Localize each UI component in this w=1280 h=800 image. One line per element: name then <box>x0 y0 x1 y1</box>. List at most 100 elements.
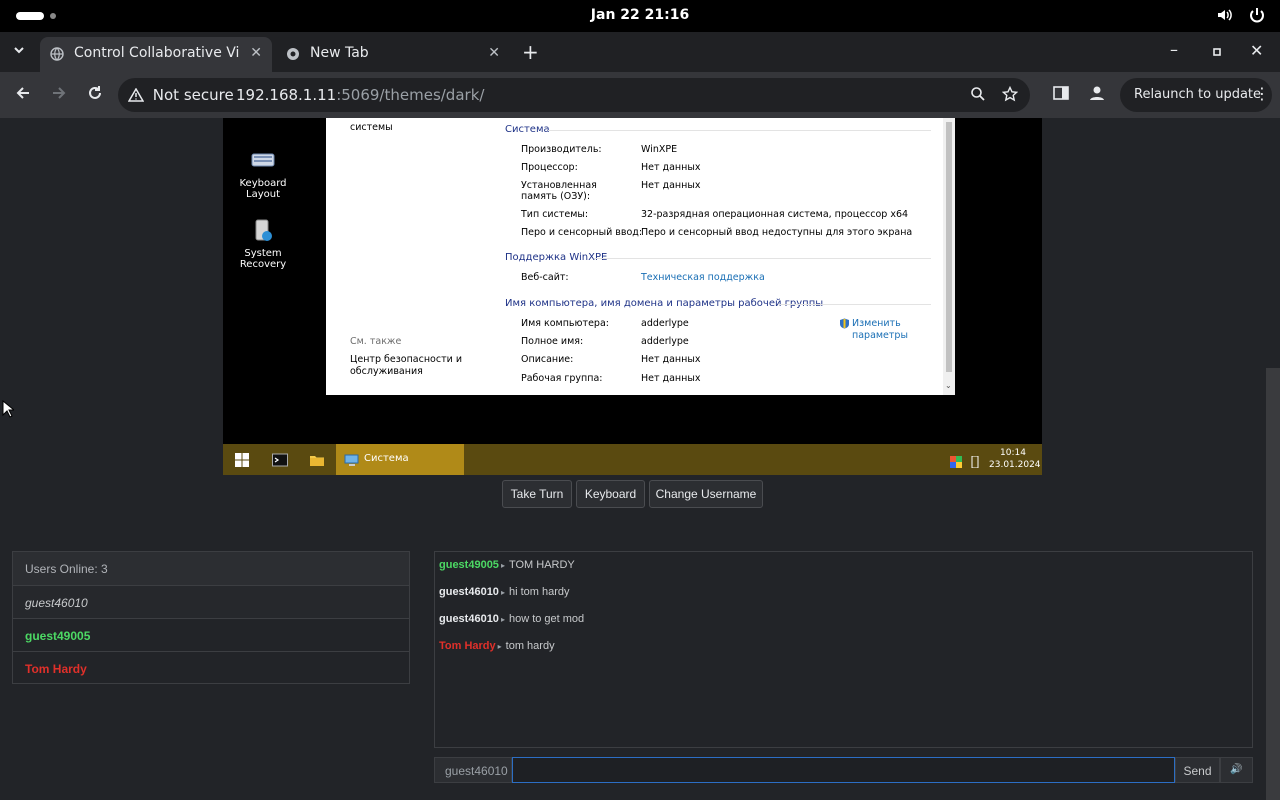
user-row[interactable]: guest49005 <box>13 618 409 651</box>
current-username: guest46010 <box>445 764 508 778</box>
scrollbar-thumb[interactable] <box>946 122 952 372</box>
speaker-icon[interactable] <box>1216 6 1234 28</box>
username: guest49005 <box>25 629 91 643</box>
globe-icon <box>50 47 64 61</box>
power-icon[interactable] <box>1248 6 1266 28</box>
close-tab-icon[interactable]: ✕ <box>250 45 262 61</box>
message-author[interactable]: guest49005 <box>439 559 499 571</box>
windows-start-icon[interactable] <box>234 452 250 468</box>
keyboard-button[interactable]: Keyboard <box>576 480 645 508</box>
back-arrow-icon[interactable] <box>14 84 32 107</box>
reload-icon[interactable] <box>86 84 104 107</box>
tech-support-link[interactable]: Техническая поддержка <box>641 272 765 283</box>
new-tab-plus-icon[interactable]: + <box>522 40 539 64</box>
info-label: Рабочая группа: <box>521 373 603 384</box>
url-path: :5069/themes/dark/ <box>336 86 485 104</box>
message-text: how to get mod <box>508 613 585 625</box>
chat-message: guest49005 ▸ TOM HARDY <box>439 559 575 571</box>
page-scrollbar[interactable] <box>1266 368 1280 800</box>
url-text[interactable]: 192.168.1.11:5069/themes/dark/ <box>236 86 484 104</box>
vm-taskbar: Система 10:14 23.01.2024 <box>223 444 1042 475</box>
window-scrollbar[interactable]: ⌄ <box>943 118 955 395</box>
see-also-label: См. также <box>350 336 402 347</box>
taskbar-system-app[interactable]: Система <box>336 444 464 475</box>
relaunch-button[interactable]: Relaunch to update ⋮ <box>1120 78 1272 112</box>
sound-toggle-button[interactable]: 🔊 <box>1220 757 1253 783</box>
system-properties-window: системы См. также Центр безопасности и о… <box>326 118 955 395</box>
chat-message: guest46010 ▸ how to get mod <box>439 613 584 625</box>
not-secure-label: Not secure <box>152 86 234 104</box>
info-label: Производитель: <box>521 144 602 155</box>
info-value: Перо и сенсорный ввод недоступны для это… <box>641 227 913 238</box>
tab-strip: Control Collaborative Vi ✕ New Tab ✕ + –… <box>0 32 1280 72</box>
message-arrow-icon: ▸ <box>497 642 502 651</box>
info-label: Описание: <box>521 354 574 365</box>
terminal-icon[interactable] <box>272 452 288 468</box>
desktop-icon-keyboard-layout[interactable]: Keyboard Layout <box>223 148 303 200</box>
page-content: Keyboard Layout System Recovery системы … <box>0 118 1280 800</box>
change-settings-link[interactable]: Изменить параметры <box>852 318 932 342</box>
message-text: tom hardy <box>505 640 555 652</box>
info-label: Имя компьютера: <box>521 318 609 329</box>
message-author[interactable]: Tom Hardy <box>439 640 496 652</box>
zoom-magnifier-icon[interactable] <box>970 86 986 107</box>
section-divider <box>778 304 931 305</box>
scroll-down-icon[interactable]: ⌄ <box>945 381 952 390</box>
keyboard-icon <box>250 148 276 174</box>
info-value: Нет данных <box>641 373 701 384</box>
close-window-icon[interactable]: ✕ <box>1250 41 1263 60</box>
users-online-header: Users Online: 3 <box>13 552 409 585</box>
user-row[interactable]: guest46010 <box>13 585 409 618</box>
tab-new-tab[interactable]: New Tab ✕ <box>276 37 510 72</box>
desktop-icon-system-recovery[interactable]: System Recovery <box>223 218 303 270</box>
send-label: Send <box>1183 764 1212 778</box>
security-center-link[interactable]: Центр безопасности и обслуживания <box>350 354 470 378</box>
message-arrow-icon: ▸ <box>500 588 505 597</box>
chrome-icon <box>286 47 300 61</box>
section-divider <box>548 130 931 131</box>
computer-section-header: Имя компьютера, имя домена и параметры р… <box>505 298 824 309</box>
security-indicator[interactable]: Not secure <box>127 86 234 104</box>
left-pane-text: системы <box>350 122 393 133</box>
warning-triangle-icon <box>127 87 145 102</box>
close-tab-icon[interactable]: ✕ <box>488 45 500 61</box>
system-section-header: Система <box>505 124 550 135</box>
chat-log[interactable]: guest49005 ▸ TOM HARDY guest46010 ▸ hi tom h… <box>434 551 1253 748</box>
vm-screen[interactable]: Keyboard Layout System Recovery системы … <box>223 118 1042 475</box>
shield-icon <box>839 318 850 332</box>
file-explorer-icon[interactable] <box>309 452 325 468</box>
side-panel-icon[interactable] <box>1052 84 1070 107</box>
system-computer-icon <box>344 452 360 468</box>
forward-arrow-icon[interactable] <box>50 84 68 107</box>
username: guest46010 <box>25 596 88 610</box>
color-tray-icon[interactable] <box>950 453 962 468</box>
relaunch-label: Relaunch to update <box>1134 87 1262 102</box>
take-turn-button[interactable]: Take Turn <box>502 480 572 508</box>
tab-title: New Tab <box>310 45 369 61</box>
vm-clock[interactable]: 10:14 23.01.2024 <box>989 447 1041 471</box>
info-value: Нет данных <box>641 354 701 365</box>
chat-message: Tom Hardy ▸ tom hardy <box>439 640 555 652</box>
minimize-icon[interactable]: – <box>1170 40 1178 59</box>
users-online-count: Users Online: 3 <box>25 562 108 576</box>
profile-icon[interactable] <box>1088 84 1106 107</box>
menu-kebab-icon[interactable]: ⋮ <box>1254 84 1270 103</box>
address-bar[interactable]: Not secure 192.168.1.11:5069/themes/dark… <box>118 78 1030 112</box>
change-username-button[interactable]: Change Username <box>649 480 763 508</box>
maximize-icon[interactable] <box>1212 42 1222 61</box>
system-clock[interactable]: Jan 22 21:16 <box>0 7 1280 23</box>
section-divider <box>594 258 931 259</box>
user-row[interactable]: Tom Hardy <box>13 651 409 684</box>
tab-control-collaborative[interactable]: Control Collaborative Vi ✕ <box>40 37 272 72</box>
message-author[interactable]: guest46010 <box>439 613 499 625</box>
taskbar-app-label: Система <box>364 453 409 464</box>
tab-search-chevron-icon[interactable] <box>12 42 26 61</box>
send-button[interactable]: Send <box>1175 757 1220 783</box>
message-author[interactable]: guest46010 <box>439 586 499 598</box>
chat-input[interactable] <box>512 757 1175 783</box>
bookmark-star-icon[interactable] <box>1001 85 1019 107</box>
message-arrow-icon: ▸ <box>500 615 505 624</box>
desktop-icon-label: System Recovery <box>239 248 287 270</box>
usb-tray-icon[interactable] <box>970 453 980 469</box>
username: Tom Hardy <box>25 662 87 676</box>
